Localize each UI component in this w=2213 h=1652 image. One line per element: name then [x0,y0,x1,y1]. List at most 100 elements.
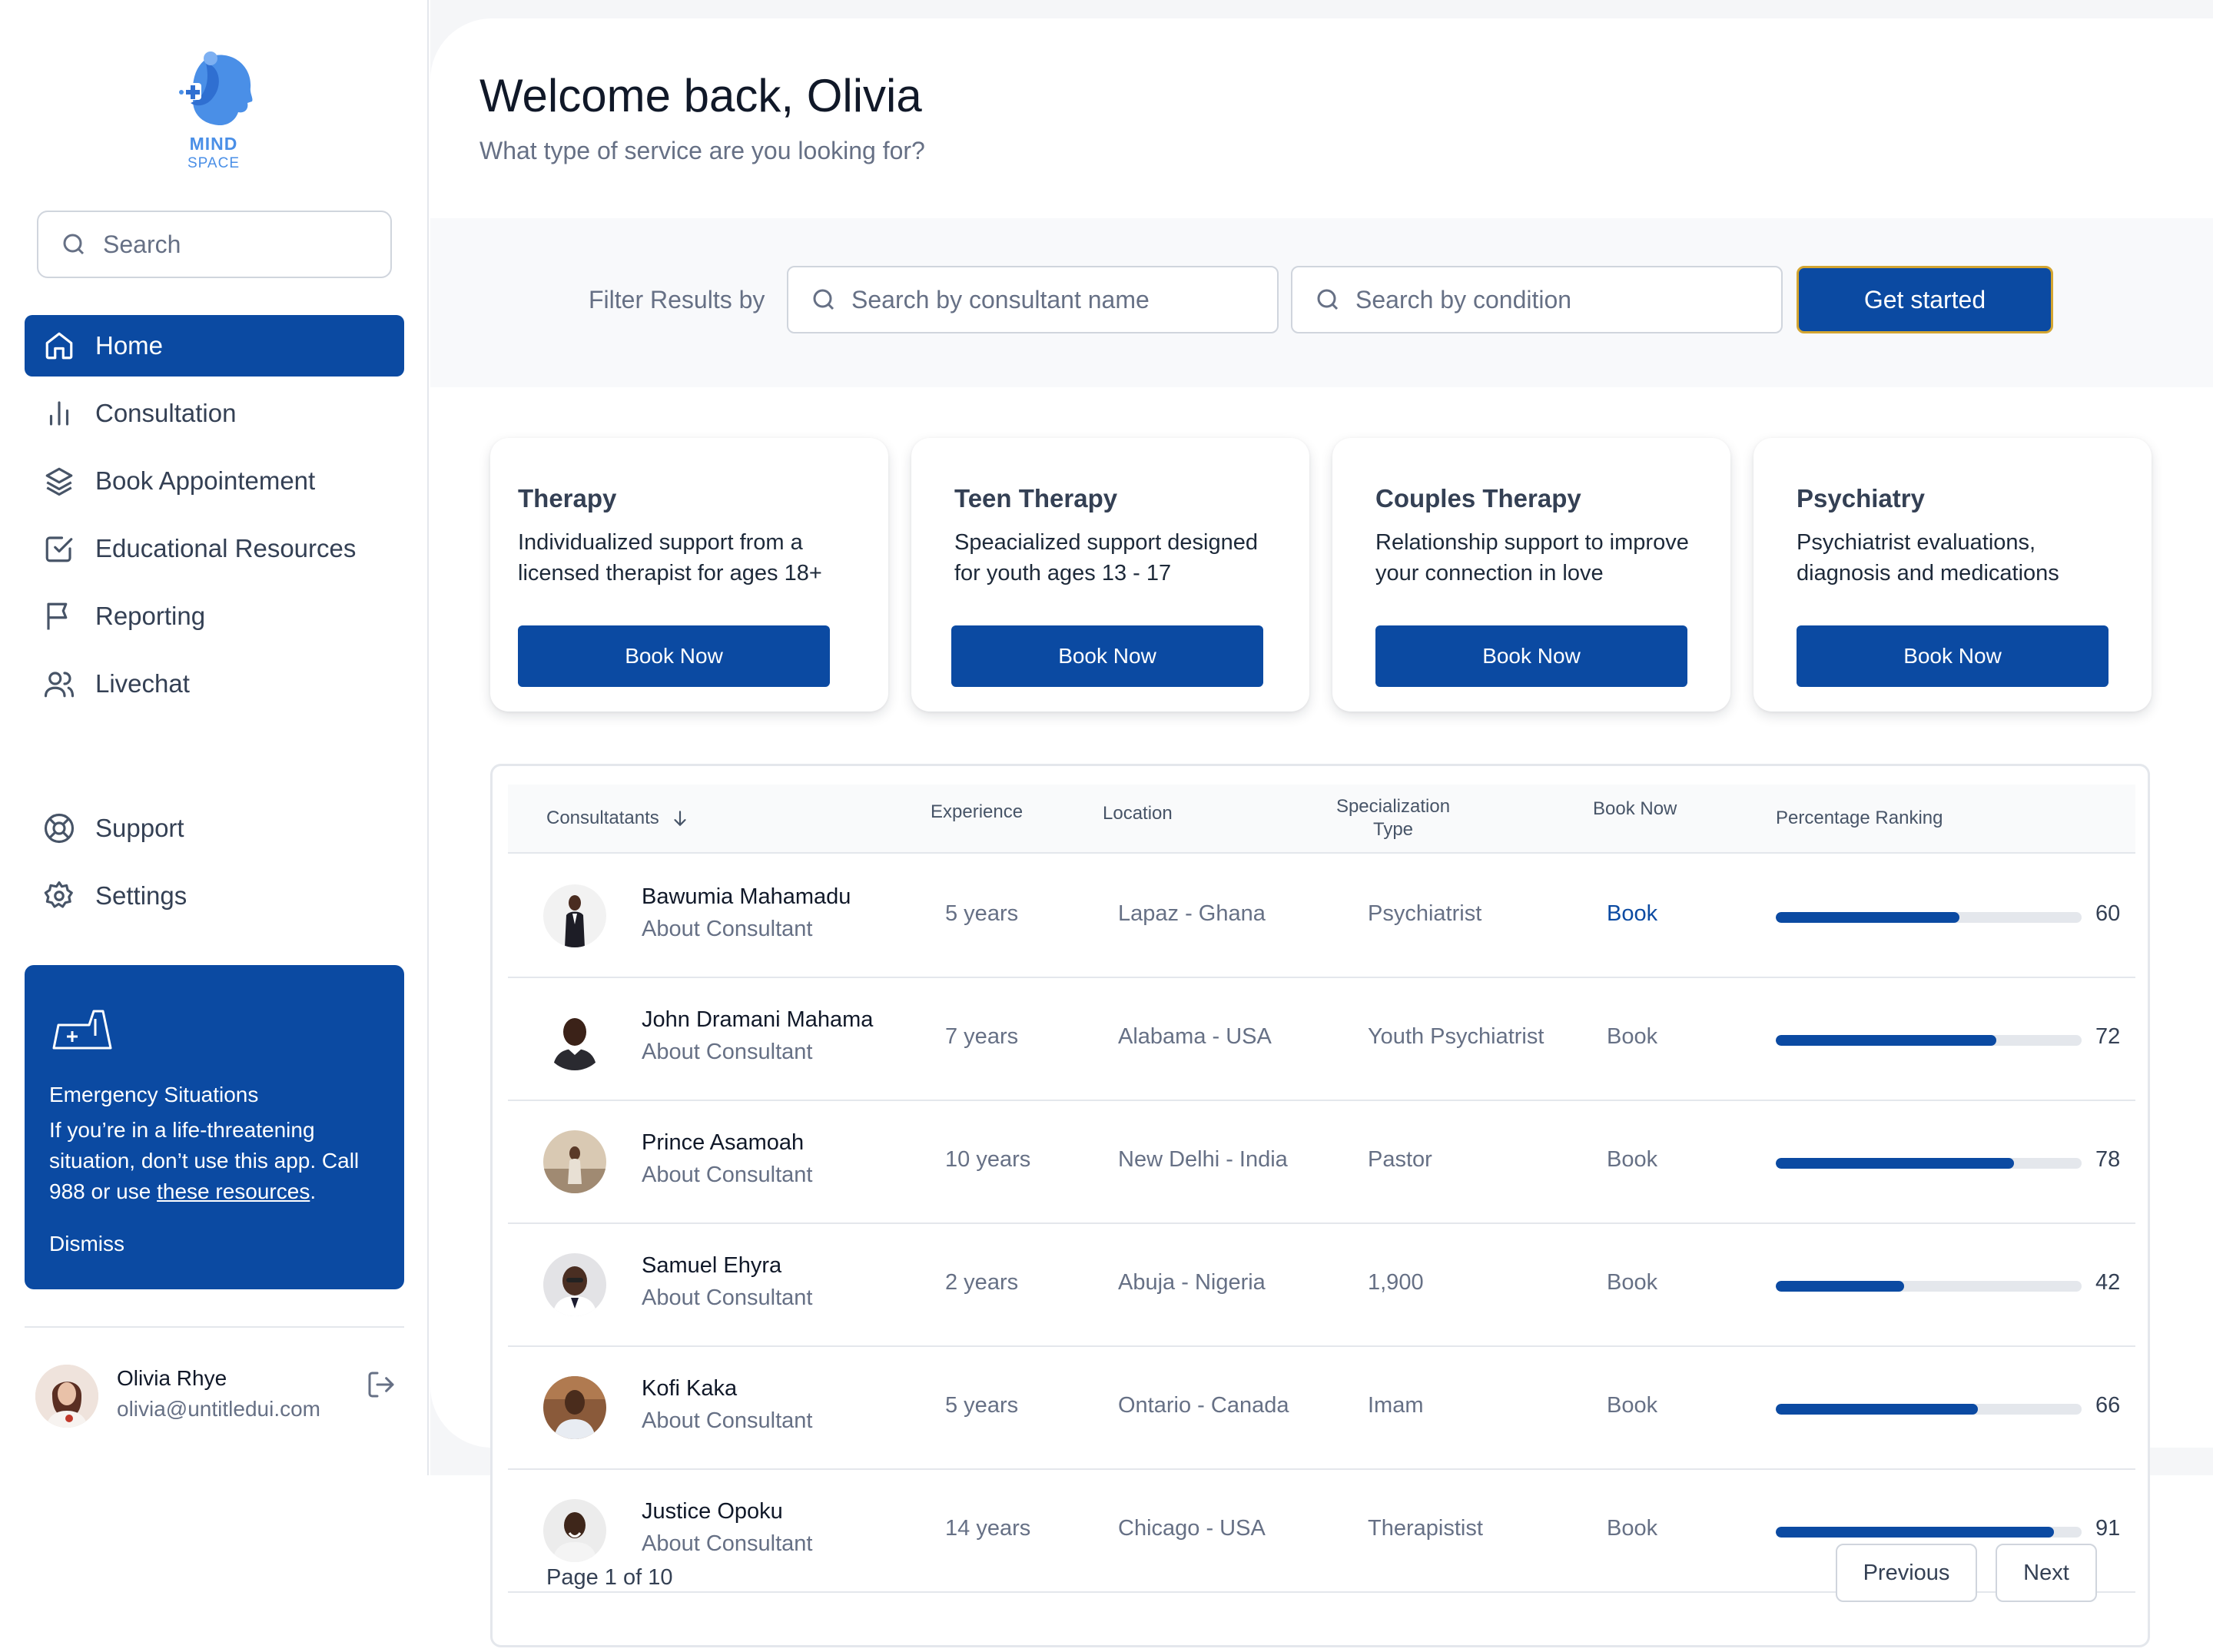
ranking-progress-bar [1776,1035,2082,1046]
column-header-experience: Experience [931,801,1024,822]
location-cell: Abuja - Nigeria [1118,1270,1266,1295]
consultant-name: Samuel Ehyra [642,1253,782,1278]
nav-item-label: Home [95,331,164,360]
arrow-down-icon [674,811,686,827]
gear-icon [44,881,73,908]
consultant-photo [543,1376,606,1439]
book-now-button[interactable]: Book Now [1375,625,1687,687]
consultant-name: Kofi Kaka [642,1376,738,1401]
user-email: olivia@untitledui.com [117,1397,320,1421]
nav-item-label: Book Appointement [95,466,316,495]
table-row: Samuel Ehyra About Consultant 2 years Abuja… [508,1224,2135,1347]
ranking-value: 42 [2095,1270,2121,1295]
about-consultant-link[interactable]: About Consultant [642,1531,812,1557]
book-link[interactable]: Book [1607,1393,1657,1418]
emergency-title: Emergency Situations [49,1083,259,1106]
specialization-cell: Imam [1368,1393,1424,1418]
emergency-resources-link[interactable]: these resources [157,1179,310,1203]
column-header-book: Book Now [1593,798,1677,819]
consultants-table: Consultatants Experience Location Specia… [490,764,2150,1647]
column-header-label: Type [1372,819,1414,840]
nav-item-label: Educational Resources [95,534,357,562]
book-link[interactable]: Book [1607,1516,1657,1541]
service-card-description: Individualized support from a licensed t… [518,530,822,585]
nav-item-home[interactable]: Home [25,315,404,377]
nav-item-consultation[interactable]: Consultation [25,383,404,444]
ranking-progress-bar [1776,1281,2082,1292]
consultant-name: John Dramani Mahama [642,1007,874,1032]
ranking-value: 60 [2095,901,2121,926]
nav-item-livechat[interactable]: Livechat [25,653,404,715]
experience-cell: 10 years [945,1147,1031,1172]
consultant-photo [543,1253,606,1316]
service-card-couples-therapy: Couples Therapy Relationship support to … [1332,438,1730,712]
book-now-button[interactable]: Book Now [518,625,830,687]
service-card-description: Psychiatrist evaluations, diagnosis and … [1797,530,2059,585]
about-consultant-link[interactable]: About Consultant [642,1163,812,1188]
table-row: Kofi Kaka About Consultant 5 years Ontario … [508,1347,2135,1470]
brand-logo[interactable]: MIND SPACE [168,48,260,178]
book-link[interactable]: Book [1607,1270,1657,1295]
dismiss-button[interactable]: Dismiss [49,1232,380,1256]
consultant-avatar[interactable] [543,1007,606,1070]
specialization-cell: Pastor [1368,1147,1432,1172]
next-button[interactable]: Next [1996,1544,2097,1602]
consultant-avatar[interactable] [543,1130,606,1193]
ranking-value: 91 [2095,1516,2121,1541]
search-icon [63,234,85,255]
home-icon [45,332,73,360]
condition-search-placeholder: Search by condition [1355,285,1572,313]
check-square-icon [45,536,73,562]
experience-cell: 5 years [945,901,1019,926]
about-consultant-link[interactable]: About Consultant [642,917,812,942]
consultant-avatar[interactable] [543,1253,606,1316]
get-started-button[interactable]: Get started [1797,266,2053,333]
specialization-cell: Youth Psychiatrist [1368,1024,1544,1049]
book-link[interactable]: Book [1607,901,1657,927]
book-now-button[interactable]: Book Now [951,625,1263,687]
nav-item-settings[interactable]: Settings [25,865,404,927]
location-cell: New Delhi - India [1118,1147,1288,1172]
nav-item-label: Settings [95,881,187,910]
nav-item-book-appointment[interactable]: Book Appointement [25,450,404,512]
consultant-avatar[interactable] [543,1499,606,1562]
previous-button[interactable]: Previous [1836,1544,1977,1602]
emergency-body: If you’re in a life-threatening situatio… [49,1115,380,1207]
book-link[interactable]: Book [1607,1024,1657,1050]
nav-item-label: Reporting [95,602,206,630]
book-now-button[interactable]: Book Now [1797,625,2108,687]
ambulance-icon [52,1010,112,1050]
service-card-therapy: Therapy Individualized support from a li… [490,438,888,712]
nav-item-reporting[interactable]: Reporting [25,585,404,647]
about-consultant-link[interactable]: About Consultant [642,1408,812,1434]
user-avatar[interactable] [35,1365,98,1428]
column-header-consultants[interactable]: Consultatants [546,808,690,829]
nav-item-support[interactable]: Support [25,798,404,859]
logout-icon[interactable] [366,1369,396,1400]
consultant-search-input[interactable]: Search by consultant name [787,266,1279,333]
nav-item-label: Support [95,814,184,842]
book-link[interactable]: Book [1607,1147,1657,1173]
specialization-cell: Psychiatrist [1368,901,1482,926]
service-card-title: Therapy [518,484,617,513]
ranking-value: 78 [2095,1147,2121,1172]
layers-icon [45,467,73,496]
consultant-avatar[interactable] [543,1376,606,1439]
bar-chart-icon [49,401,69,426]
about-consultant-link[interactable]: About Consultant [642,1040,812,1065]
condition-search-input[interactable]: Search by condition [1291,266,1783,333]
page-title: Welcome back, Olivia [479,70,922,121]
sidebar-divider [25,1326,404,1328]
sidebar-search-input[interactable]: Search [37,211,392,278]
location-cell: Alabama - USA [1118,1024,1272,1049]
consultant-avatar[interactable] [543,884,606,947]
consultant-search-placeholder: Search by consultant name [851,285,1150,313]
service-card-title: Teen Therapy [954,484,1118,513]
user-name: Olivia Rhye [117,1366,227,1390]
brand-subname: SPACE [187,155,240,171]
about-consultant-link[interactable]: About Consultant [642,1285,812,1311]
ranking-progress-fill [1776,1404,1978,1415]
consultant-name: Justice Opoku [642,1499,783,1524]
nav-item-educational-resources[interactable]: Educational Resources [25,518,404,579]
nav-item-label: Consultation [95,399,237,427]
